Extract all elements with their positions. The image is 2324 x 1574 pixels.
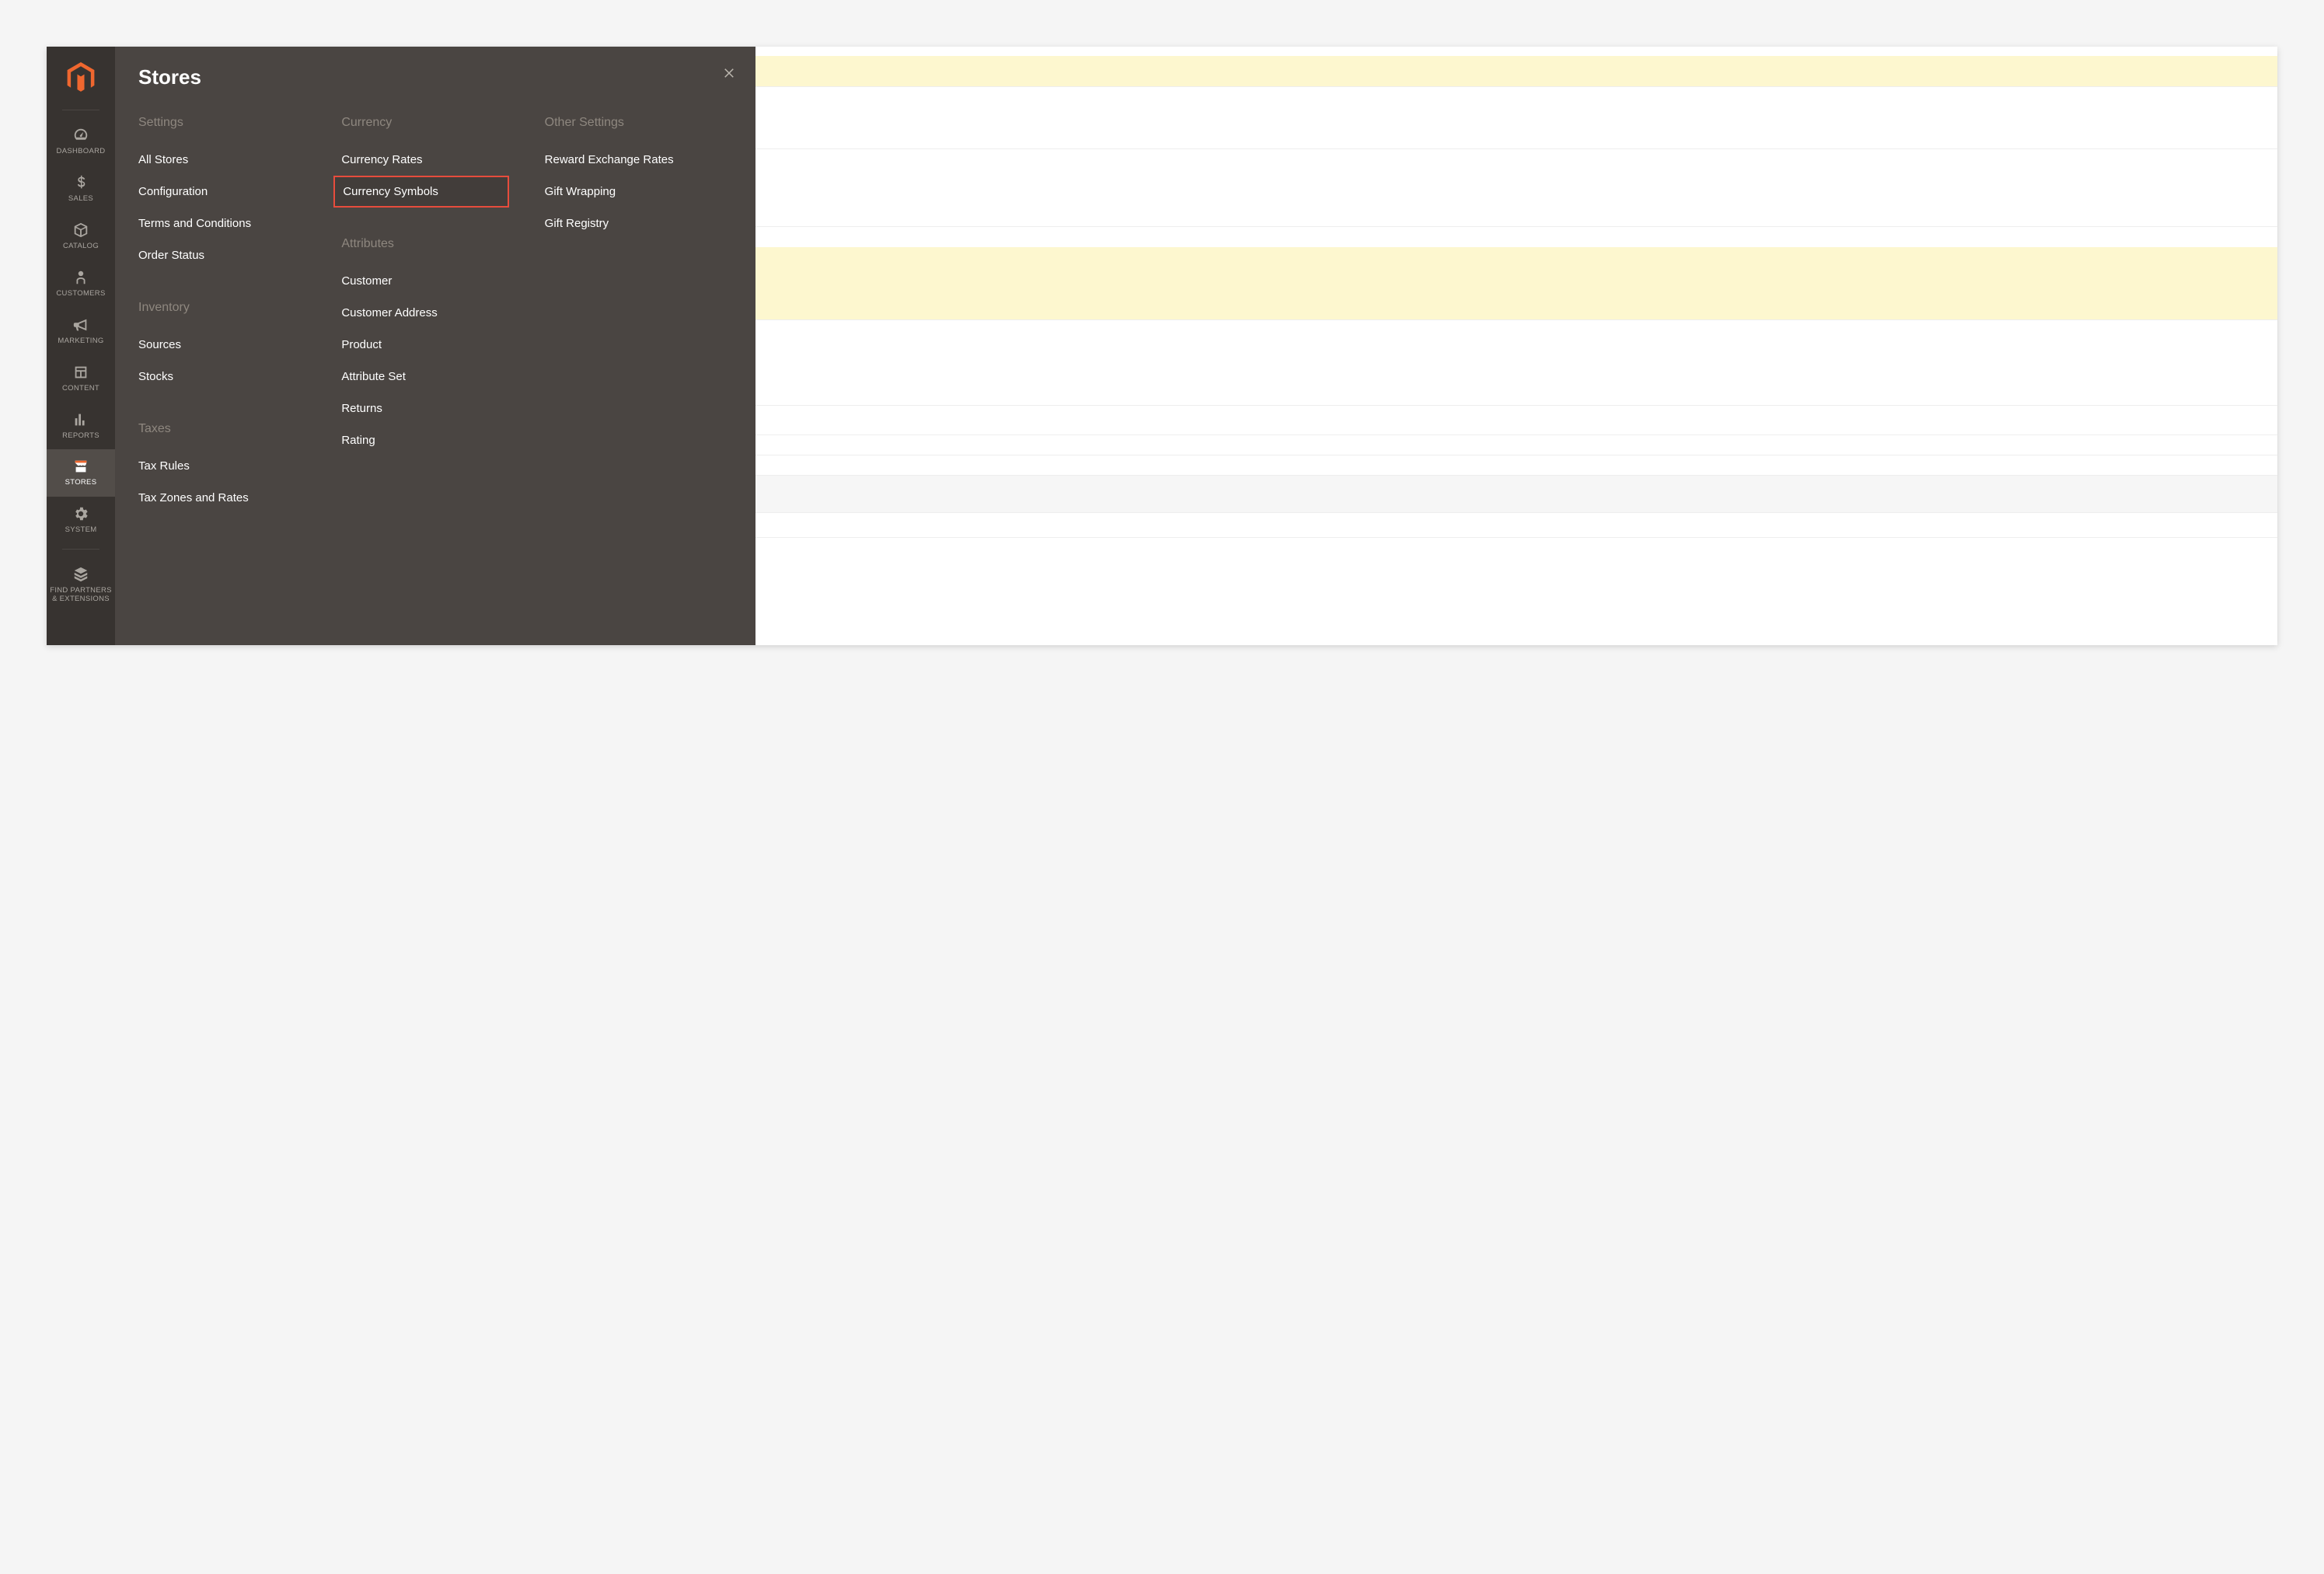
bg-row [755,435,2277,455]
store-icon [72,457,89,476]
stores-flyout-panel: Stores Settings All Stores Configuration… [115,47,755,645]
sidebar-item-label: CATALOG [60,243,102,251]
section-settings: Settings All Stores Configuration Terms … [138,116,326,271]
menu-link-configuration[interactable]: Configuration [131,176,326,208]
menu-link-tax-zones-and-rates[interactable]: Tax Zones and Rates [131,482,326,514]
sidebar-item-customers[interactable]: CUSTOMERS [47,260,115,308]
flyout-title: Stores [138,65,732,89]
sidebar-item-label: REPORTS [59,432,103,441]
person-icon [72,268,89,287]
menu-link-order-status[interactable]: Order Status [131,239,326,271]
sidebar-item-marketing[interactable]: MARKETING [47,308,115,355]
section-heading: Taxes [138,422,326,436]
bg-row [755,247,2277,320]
bg-row [755,476,2277,513]
menu-link-customer-address[interactable]: Customer Address [333,297,529,329]
menu-link-reward-exchange-rates[interactable]: Reward Exchange Rates [537,144,732,176]
menu-link-terms-and-conditions[interactable]: Terms and Conditions [131,208,326,239]
section-heading: Settings [138,116,326,130]
section-heading: Attributes [341,237,529,251]
sidebar-item-system[interactable]: SYSTEM [47,497,115,544]
bg-row [755,406,2277,435]
admin-sidebar: DASHBOARD SALES CATALOG CUSTOMERS MARKET [47,47,115,645]
app-window: DASHBOARD SALES CATALOG CUSTOMERS MARKET [47,47,2277,645]
menu-link-sources[interactable]: Sources [131,329,326,361]
sidebar-item-label: FIND PARTNERS & EXTENSIONS [47,587,115,604]
close-button[interactable] [720,65,738,84]
sidebar-item-sales[interactable]: SALES [47,166,115,213]
bg-row [755,513,2277,538]
bar-chart-icon [72,410,89,429]
section-attributes: Attributes Customer Customer Address Pro… [341,237,529,456]
sidebar-item-label: SYSTEM [62,526,100,535]
magento-logo [67,62,95,97]
section-heading: Currency [341,116,529,130]
bg-row [755,455,2277,476]
menu-link-tax-rules[interactable]: Tax Rules [131,450,326,482]
menu-link-rating[interactable]: Rating [333,424,529,456]
close-icon [722,66,736,84]
sidebar-item-label: CUSTOMERS [53,290,108,298]
menu-link-attribute-set[interactable]: Attribute Set [333,361,529,393]
layout-icon [72,363,89,382]
sidebar-item-find-partners[interactable]: FIND PARTNERS & EXTENSIONS [47,557,115,613]
menu-link-returns[interactable]: Returns [333,393,529,424]
dollar-icon [72,173,89,192]
sidebar-item-label: MARKETING [54,337,106,346]
flyout-column: Currency Currency Rates Currency Symbols… [341,116,529,514]
menu-link-all-stores[interactable]: All Stores [131,144,326,176]
bg-row [755,87,2277,149]
sidebar-item-reports[interactable]: REPORTS [47,403,115,450]
sidebar-item-label: SALES [65,195,96,204]
menu-link-product[interactable]: Product [333,329,529,361]
sidebar-item-catalog[interactable]: CATALOG [47,213,115,260]
flyout-columns: Settings All Stores Configuration Terms … [138,116,732,514]
menu-link-customer[interactable]: Customer [333,265,529,297]
sidebar-item-stores[interactable]: STORES [47,449,115,497]
menu-link-stocks[interactable]: Stocks [131,361,326,393]
sidebar-item-label: DASHBOARD [54,148,109,156]
menu-link-gift-registry[interactable]: Gift Registry [537,208,732,239]
bg-row [755,149,2277,227]
box-icon [72,221,89,239]
sidebar-item-dashboard[interactable]: DASHBOARD [47,118,115,166]
dashboard-icon [72,126,89,145]
sidebar-item-label: STORES [62,479,100,487]
sidebar-item-label: CONTENT [59,385,103,393]
bg-row [755,320,2277,406]
section-taxes: Taxes Tax Rules Tax Zones and Rates [138,422,326,514]
megaphone-icon [72,316,89,334]
sidebar-item-content[interactable]: CONTENT [47,355,115,403]
section-currency: Currency Currency Rates Currency Symbols [341,116,529,208]
flyout-column: Other Settings Reward Exchange Rates Gif… [545,116,732,514]
partners-icon [72,565,89,584]
flyout-column: Settings All Stores Configuration Terms … [138,116,326,514]
bg-row [755,56,2277,87]
section-inventory: Inventory Sources Stocks [138,301,326,393]
gear-icon [72,504,89,523]
background-content [755,47,2277,645]
section-heading: Inventory [138,301,326,315]
section-heading: Other Settings [545,116,732,130]
menu-link-currency-rates[interactable]: Currency Rates [333,144,529,176]
section-other-settings: Other Settings Reward Exchange Rates Gif… [545,116,732,239]
menu-link-currency-symbols[interactable]: Currency Symbols [333,176,509,208]
menu-link-gift-wrapping[interactable]: Gift Wrapping [537,176,732,208]
sidebar-divider [62,549,99,550]
